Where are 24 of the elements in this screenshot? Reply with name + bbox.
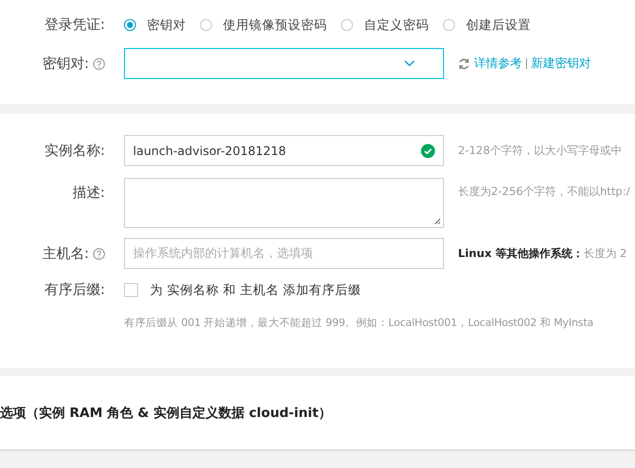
help-icon[interactable] bbox=[93, 58, 105, 70]
field-label: 描述: bbox=[72, 184, 105, 202]
resize-grip-icon[interactable] bbox=[434, 218, 441, 225]
note-text: 有序后缀从 001 开始递增，最大不能超过 999。例如：LocalHost001，LocalHost002 和 MyInsta bbox=[124, 316, 594, 330]
field-label: 有序后缀: bbox=[44, 281, 105, 299]
field-label: 主机名: bbox=[42, 244, 89, 262]
key-pair-select[interactable] bbox=[124, 48, 444, 79]
hint-text: 长度为2-256个字符，不能以http:/ bbox=[458, 184, 630, 199]
section-title: 选项（实例 RAM 角色 & 实例自定义数据 cloud-init） bbox=[0, 404, 332, 422]
instance-name-field[interactable]: launch-advisor-20181218 bbox=[124, 135, 444, 166]
refresh-icon[interactable] bbox=[458, 58, 470, 70]
radio-option[interactable]: 创建后设置 bbox=[443, 16, 531, 34]
hint-text: Linux 等其他操作系统：长度为 2 bbox=[458, 246, 627, 261]
checkbox[interactable] bbox=[124, 283, 138, 297]
checkbox-label: 为 实例名称 和 主机名 添加有序后缀 bbox=[150, 282, 361, 298]
hint-text: 2-128个字符，以大小写字母或中 bbox=[458, 143, 622, 158]
field-label: 实例名称: bbox=[44, 142, 105, 160]
radio-option[interactable]: 使用镜像预设密码 bbox=[200, 16, 327, 34]
field-label: 登录凭证: bbox=[44, 16, 105, 34]
chevron-down-icon bbox=[404, 60, 415, 67]
help-icon[interactable] bbox=[93, 248, 105, 260]
radio-option[interactable]: 自定义密码 bbox=[341, 16, 429, 34]
radio-option[interactable]: 密钥对 bbox=[124, 16, 186, 34]
field-label: 密钥对: bbox=[42, 54, 89, 72]
